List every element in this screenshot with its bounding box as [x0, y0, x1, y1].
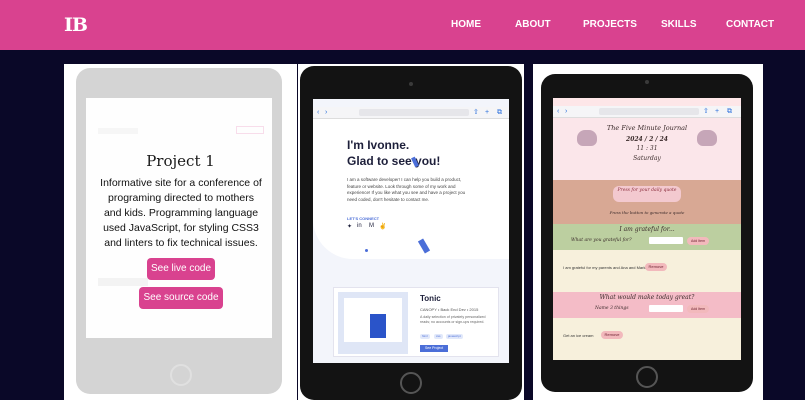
hero-intro: I am a software developer! I can help yo…: [347, 177, 466, 202]
forward-icon[interactable]: ›: [325, 109, 327, 117]
tablet-mockup: ‹ › ⇧ + ⧉ I'm Ivonne. Glad to see you! I…: [300, 66, 522, 400]
nav-home[interactable]: HOME: [451, 19, 481, 30]
camera-icon: [645, 80, 649, 84]
better-input[interactable]: [649, 305, 683, 312]
home-button-icon: [636, 366, 658, 388]
forward-icon[interactable]: ›: [565, 108, 567, 116]
tabs-icon[interactable]: ⧉: [497, 109, 502, 117]
better-heading: What would make today great?: [599, 294, 695, 301]
tabs-icon[interactable]: ⧉: [727, 108, 732, 116]
work-card-tonic: Tonic CANOPY • Back End Dev • 2015 A dai…: [333, 287, 499, 357]
tag-javascript: javascript: [446, 334, 463, 339]
home-button-icon: [400, 372, 422, 394]
tablet-screen: ‹ › ⇧ + ⧉ I'm Ivonne. Glad to see you! I…: [313, 99, 509, 363]
browser-toolbar: ‹ › ⇧ + ⧉: [553, 106, 741, 118]
tag-css: css: [434, 334, 443, 339]
better-section: What would make today great? Name 3 thin…: [553, 292, 741, 318]
new-tab-icon[interactable]: +: [715, 108, 719, 116]
project-card-2[interactable]: ‹ › ⇧ + ⧉ I'm Ivonne. Glad to see you! I…: [298, 64, 524, 400]
remove-button[interactable]: Remove: [645, 263, 667, 271]
browser-toolbar: ‹ › ⇧ + ⧉: [313, 107, 509, 119]
add-item-button[interactable]: Add Item: [687, 305, 709, 313]
project-description: Informative site for a conference of pro…: [100, 177, 262, 249]
top-navbar: IB HOME ABOUT PROJECTS SKILLS CONTACT: [0, 0, 805, 50]
remove-button[interactable]: Remove: [601, 331, 623, 339]
grateful-item: I am grateful for my parents and Ana and…: [563, 265, 646, 270]
better-item: Get an ice cream: [563, 333, 594, 338]
hamster-icon: [697, 130, 717, 146]
tonic-screenshot: [338, 292, 408, 354]
see-source-button[interactable]: See source code: [139, 287, 223, 309]
share-icon[interactable]: ⇧: [703, 108, 709, 116]
url-bar[interactable]: [599, 108, 699, 115]
url-bar[interactable]: [359, 109, 469, 116]
status-bar: [553, 98, 741, 106]
status-bar: [313, 99, 509, 107]
grateful-heading: I am grateful for...: [619, 226, 675, 233]
project-title: Project 1: [146, 152, 215, 170]
see-live-button[interactable]: See live code: [147, 258, 215, 280]
quote-hint: Press the button to generate a quote: [609, 210, 685, 215]
add-item-button[interactable]: Add Item: [687, 237, 709, 245]
tag-html: html: [420, 334, 430, 339]
share-icon[interactable]: ⇧: [473, 109, 479, 117]
nav-contact[interactable]: CONTACT: [726, 19, 774, 30]
back-icon[interactable]: ‹: [557, 108, 559, 116]
nav-projects[interactable]: PROJECTS: [583, 19, 637, 30]
project-card-3[interactable]: ‹ › ⇧ + ⧉ The Five Minute Journal 2024 /…: [533, 64, 763, 400]
tonic-title: Tonic: [420, 294, 441, 303]
linkedin-icon[interactable]: in: [357, 223, 362, 229]
better-prompt: Name 3 things: [595, 306, 629, 311]
project-card-1[interactable]: Project 1 Informative site for a confere…: [64, 64, 297, 400]
medium-icon[interactable]: M: [369, 223, 374, 229]
tablet-screen: ‹ › ⇧ + ⧉ The Five Minute Journal 2024 /…: [553, 98, 741, 360]
quote-button[interactable]: Press for your daily quote: [613, 186, 681, 202]
journal-time: 11 : 31: [636, 145, 658, 152]
hero-greeting: I'm Ivonne. Glad to see you!: [347, 138, 441, 168]
connect-label: LET'S CONNECT: [347, 216, 380, 221]
quote-section: Press for your daily quote Press the but…: [553, 180, 741, 224]
tonic-description: A daily selection of privately personali…: [420, 315, 486, 324]
journal-header: The Five Minute Journal 2024 / 2 / 24 11…: [553, 118, 741, 180]
new-tab-icon[interactable]: +: [485, 109, 489, 117]
tablet-mockup: ‹ › ⇧ + ⧉ The Five Minute Journal 2024 /…: [541, 74, 753, 392]
grateful-list: I am grateful for my parents and Ana and…: [553, 250, 741, 292]
back-icon[interactable]: ‹: [317, 109, 319, 117]
nav-about[interactable]: ABOUT: [515, 19, 551, 30]
better-list: Get an ice cream Remove: [553, 318, 741, 360]
hamster-icon: [577, 130, 597, 146]
journal-weekday: Saturday: [633, 155, 661, 162]
grateful-input[interactable]: [649, 237, 683, 244]
grateful-prompt: What are you grateful for?: [571, 238, 632, 243]
angellist-icon[interactable]: ✌: [379, 223, 386, 230]
camera-icon: [409, 82, 413, 86]
tonic-meta: CANOPY • Back End Dev • 2015: [420, 307, 479, 312]
nav-skills[interactable]: SKILLS: [661, 19, 697, 30]
grateful-section: I am grateful for... What are you gratef…: [553, 224, 741, 250]
see-project-button[interactable]: See Project: [420, 345, 448, 352]
site-logo[interactable]: IB: [64, 14, 88, 36]
twitter-icon[interactable]: ✦: [347, 223, 352, 230]
